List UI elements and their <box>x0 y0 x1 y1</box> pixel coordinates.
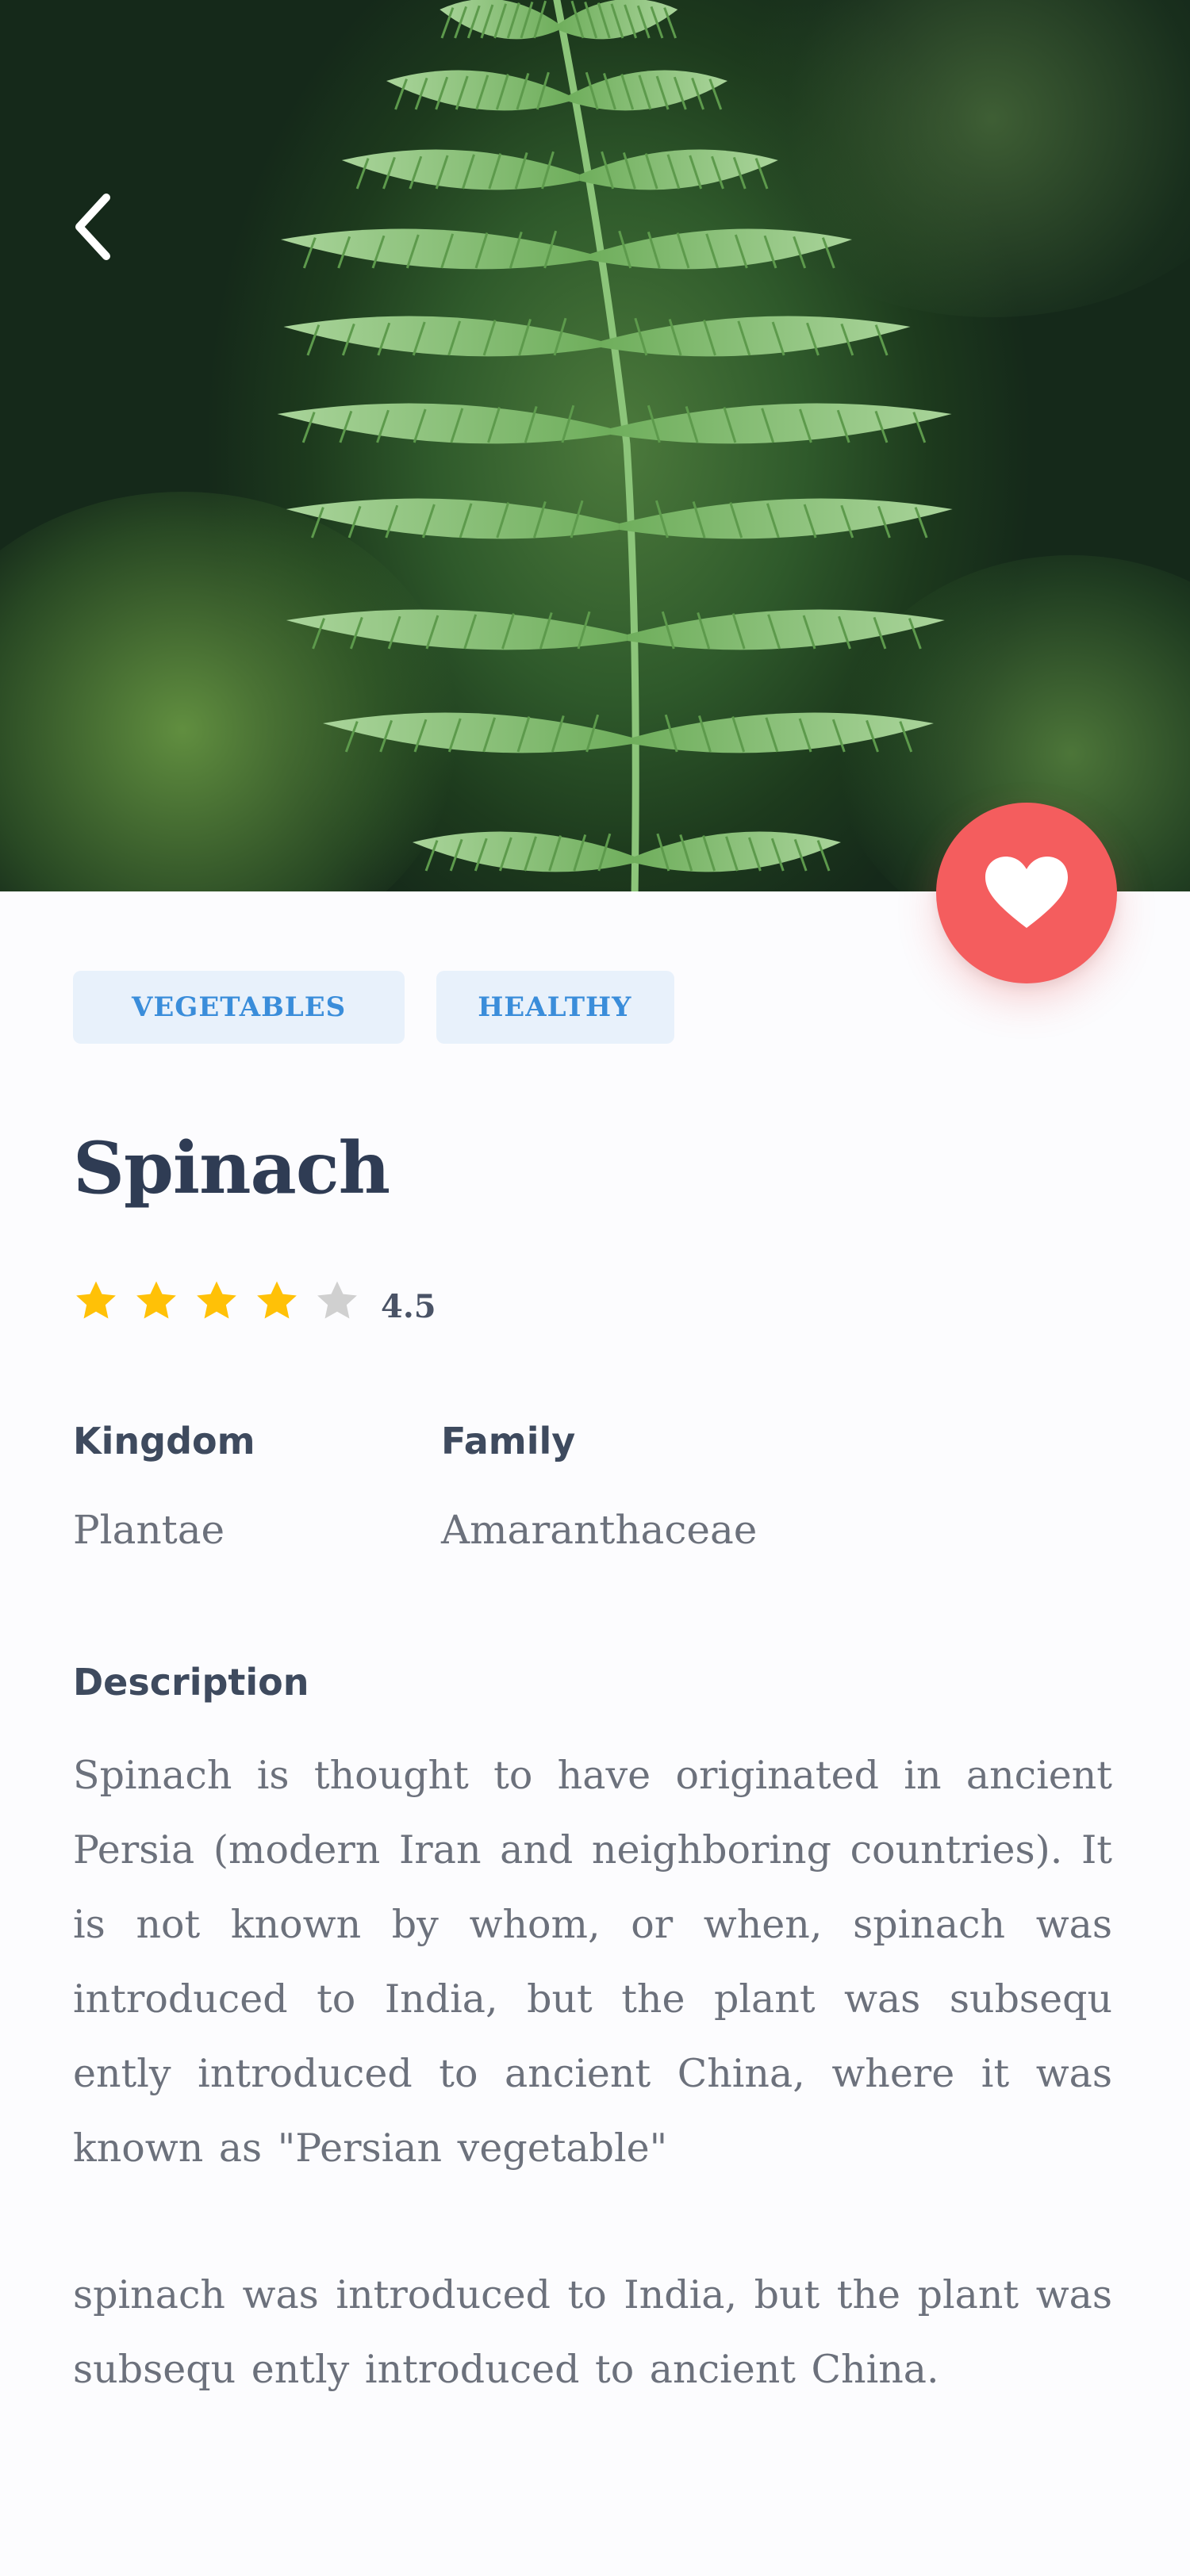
tag-list: VEGETABLES HEALTHY <box>73 971 675 1044</box>
fern-leaflet <box>610 403 952 444</box>
fern-leaflet <box>277 403 611 444</box>
family-value: Amaranthaceae <box>441 1507 758 1553</box>
description-paragraph: spinach was introduced to India, but the… <box>73 2272 1112 2392</box>
fern-leaflet <box>286 609 628 650</box>
fern-leaflet <box>283 316 601 357</box>
tag-healthy[interactable]: HEALTHY <box>436 971 675 1044</box>
fern-leaflet <box>286 498 620 539</box>
hero-image <box>0 0 1190 891</box>
heart-icon <box>985 857 1068 928</box>
tag-vegetables[interactable]: VEGETABLES <box>73 971 405 1044</box>
star-filled-icon <box>76 1281 116 1319</box>
fern-leaflet <box>322 712 632 753</box>
fern-leaflet <box>634 831 841 872</box>
chevron-left-icon <box>75 194 110 260</box>
page-title: Spinach <box>73 1126 390 1210</box>
favorite-button[interactable] <box>936 803 1117 983</box>
kingdom-value: Plantae <box>73 1507 225 1553</box>
star-filled-icon <box>136 1281 176 1319</box>
kingdom-label: Kingdom <box>73 1420 255 1462</box>
rating: 4.5 <box>73 1277 436 1325</box>
star-empty-icon <box>317 1281 357 1319</box>
fern-leaflet <box>631 712 934 753</box>
fern-leaflet <box>619 498 953 539</box>
fern-leaflet <box>627 609 945 650</box>
description-paragraph: Spinach is thought to have originated in… <box>73 1753 1112 2171</box>
fern-frond-illustration <box>277 0 953 891</box>
description-label: Description <box>73 1661 309 1704</box>
star-filled-icon <box>257 1281 297 1319</box>
star-filled-icon <box>197 1281 236 1319</box>
family-label: Family <box>441 1420 576 1462</box>
fern-leaflet <box>601 316 911 357</box>
fern-leaflet <box>579 149 778 190</box>
fern-leaflet <box>280 228 590 270</box>
rating-value: 4.5 <box>381 1288 436 1325</box>
back-button[interactable] <box>62 187 125 266</box>
